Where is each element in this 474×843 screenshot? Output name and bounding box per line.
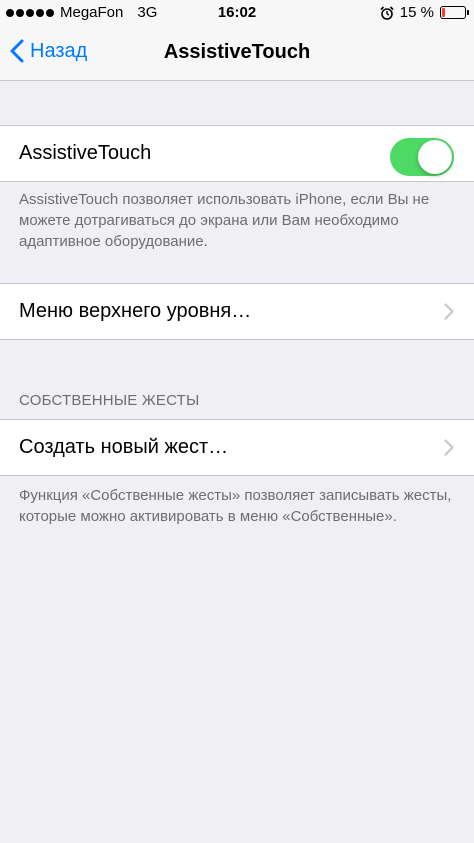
create-gesture-label: Создать новый жест… xyxy=(19,436,229,458)
battery-tip xyxy=(467,10,469,15)
assistive-touch-group: AssistiveTouch xyxy=(0,125,474,182)
navigation-bar: Назад AssistiveTouch xyxy=(0,26,474,81)
assistive-touch-cell: AssistiveTouch xyxy=(0,126,474,181)
battery-fill xyxy=(442,8,445,17)
custom-gestures-header: СОБСТВЕННЫЕ ЖЕСТЫ xyxy=(19,392,200,409)
top-level-menu-group: Меню верхнего уровня… xyxy=(0,283,474,340)
assistive-touch-label: AssistiveTouch xyxy=(19,142,152,164)
top-level-menu-label: Меню верхнего уровня… xyxy=(19,300,252,322)
battery-icon xyxy=(440,6,469,19)
chevron-right-icon xyxy=(444,303,454,320)
top-level-menu-cell[interactable]: Меню верхнего уровня… xyxy=(0,284,474,339)
assistive-touch-footer: AssistiveTouch позволяет использовать iP… xyxy=(19,191,430,250)
custom-gestures-footer: Функция «Собственные жесты» позволяет за… xyxy=(19,487,452,525)
page-title: AssistiveTouch xyxy=(163,41,311,63)
create-gesture-cell[interactable]: Создать новый жест… xyxy=(0,420,474,475)
custom-gestures-group: Создать новый жест… xyxy=(0,419,474,476)
chevron-right-icon xyxy=(444,439,454,456)
status-right: 15 % xyxy=(380,4,469,21)
status-bar: MegaFon 3G 16:02 15 % xyxy=(0,0,474,26)
toggle-knob xyxy=(418,140,452,174)
battery-percent: 15 % xyxy=(399,4,434,21)
assistive-touch-toggle[interactable] xyxy=(390,138,454,176)
alarm-clock-icon xyxy=(380,5,394,20)
